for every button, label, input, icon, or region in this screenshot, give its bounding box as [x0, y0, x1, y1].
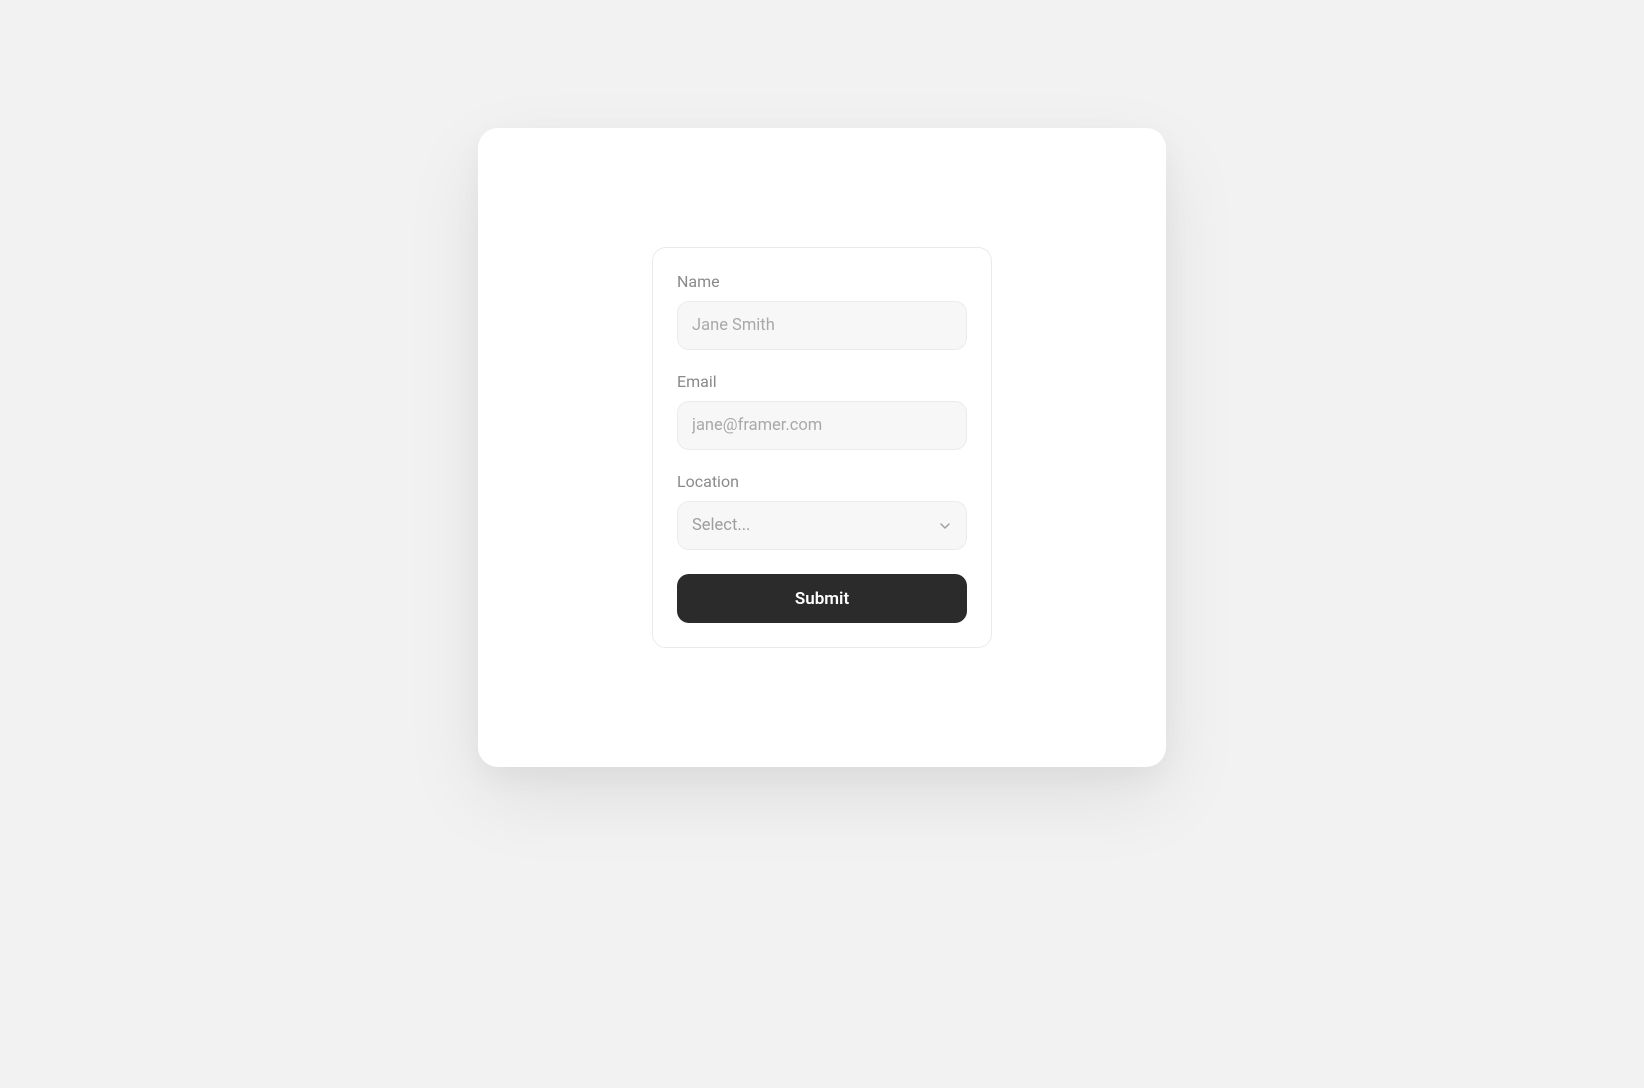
location-select-placeholder: Select...	[692, 516, 750, 535]
email-label: Email	[677, 372, 967, 391]
form-field-location: Location Select...	[677, 472, 967, 550]
name-label: Name	[677, 272, 967, 291]
form-container: Name Email Location Select... Submit	[652, 247, 992, 648]
form-field-email: Email	[677, 372, 967, 450]
location-label: Location	[677, 472, 967, 491]
name-input[interactable]	[677, 301, 967, 350]
email-input[interactable]	[677, 401, 967, 450]
form-field-name: Name	[677, 272, 967, 350]
card: Name Email Location Select... Submit	[478, 128, 1166, 767]
location-select[interactable]: Select...	[677, 501, 967, 550]
submit-button[interactable]: Submit	[677, 574, 967, 623]
location-select-wrapper: Select...	[677, 501, 967, 550]
